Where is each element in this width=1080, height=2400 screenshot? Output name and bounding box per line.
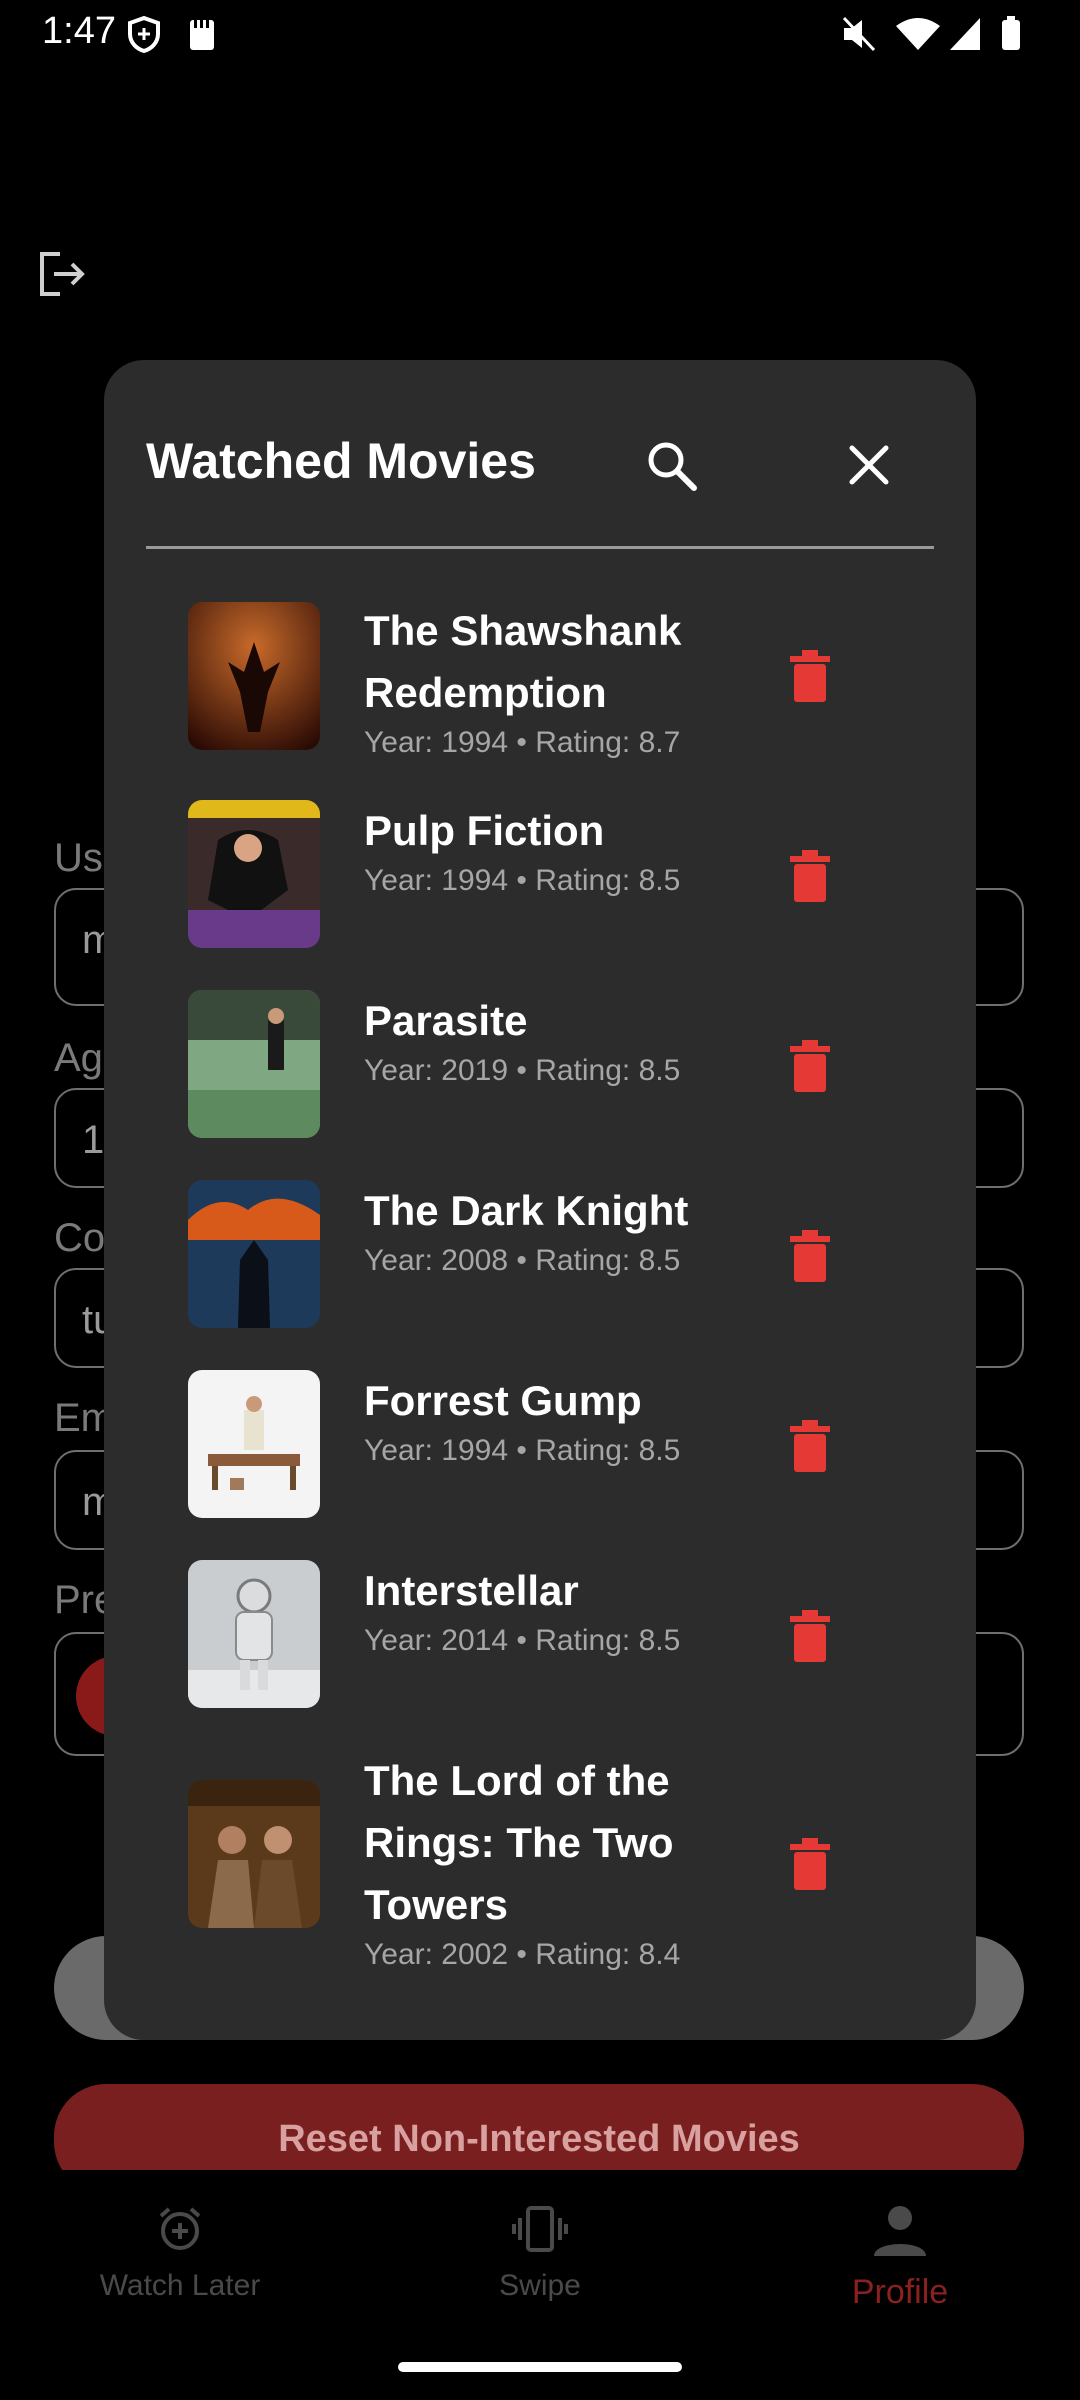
vibration-icon (512, 2206, 568, 2252)
delete-icon[interactable] (788, 650, 832, 702)
delete-icon[interactable] (788, 1230, 832, 1282)
bg-label-username: Us (54, 836, 103, 880)
search-icon[interactable] (644, 438, 700, 494)
movie-title: The Shawshank Redemption (364, 607, 682, 716)
movie-info: Parasite Year: 2019 • Rating: 8.5 (364, 990, 724, 1088)
movie-meta: Year: 1994 • Rating: 8.5 (364, 1434, 681, 1467)
nav-swipe-label: Swipe (499, 2269, 581, 2302)
movie-meta: Year: 2019 • Rating: 8.5 (364, 1054, 681, 1087)
movie-title: Forrest Gump (364, 1377, 642, 1424)
movie-info: The Dark Knight Year: 2008 • Rating: 8.5 (364, 1180, 724, 1278)
movie-title: Parasite (364, 997, 528, 1044)
alarm-add-icon (159, 2207, 201, 2250)
movie-meta: Year: 1994 • Rating: 8.5 (364, 864, 681, 897)
movie-info: The Shawshank Redemption Year: 1994 • Ra… (364, 600, 724, 760)
movie-poster (188, 990, 320, 1138)
movie-info: Interstellar Year: 2014 • Rating: 8.5 (364, 1560, 724, 1658)
delete-icon[interactable] (788, 1040, 832, 1092)
movie-poster (188, 1370, 320, 1518)
delete-icon[interactable] (788, 1838, 832, 1890)
nav-watch-later-label: Watch Later (99, 2269, 261, 2302)
movie-meta: Year: 1994 • Rating: 8.7 (364, 726, 681, 759)
movie-title: Interstellar (364, 1567, 579, 1614)
movie-meta: Year: 2014 • Rating: 8.5 (364, 1624, 681, 1657)
delete-icon[interactable] (788, 1610, 832, 1662)
nav-profile[interactable]: Profile (720, 2204, 1080, 2312)
movie-poster (188, 1180, 320, 1328)
movie-poster (188, 1560, 320, 1708)
logout-icon[interactable] (36, 248, 88, 300)
nav-watch-later[interactable]: Watch Later (0, 2204, 360, 2303)
close-icon[interactable] (844, 440, 894, 490)
movie-title: The Dark Knight (364, 1187, 689, 1234)
movie-info: Pulp Fiction Year: 1994 • Rating: 8.5 (364, 800, 724, 898)
delete-icon[interactable] (788, 1420, 832, 1472)
movie-poster (188, 800, 320, 948)
movie-title: The Lord of the Rings: The Two Towers (364, 1757, 674, 1928)
movie-meta: Year: 2002 • Rating: 8.4 (364, 1938, 681, 1971)
dialog-divider (146, 546, 934, 549)
movie-poster (188, 602, 320, 750)
delete-icon[interactable] (788, 850, 832, 902)
bg-label-age: Ag (54, 1036, 103, 1080)
nav-profile-label: Profile (851, 2273, 949, 2311)
watched-movies-dialog: Watched Movies The Shawshank Redemption … (104, 360, 976, 2040)
movie-info: Forrest Gump Year: 1994 • Rating: 8.5 (364, 1370, 724, 1468)
movie-meta: Year: 2008 • Rating: 8.5 (364, 1244, 681, 1277)
home-indicator (398, 2362, 682, 2372)
dialog-title: Watched Movies (146, 433, 536, 489)
nav-swipe[interactable]: Swipe (360, 2204, 720, 2303)
person-icon (874, 2206, 926, 2256)
movie-info: The Lord of the Rings: The Two Towers Ye… (364, 1750, 724, 1972)
movie-poster (188, 1780, 320, 1928)
bg-label-country: Co (54, 1216, 106, 1260)
movie-title: Pulp Fiction (364, 807, 605, 854)
